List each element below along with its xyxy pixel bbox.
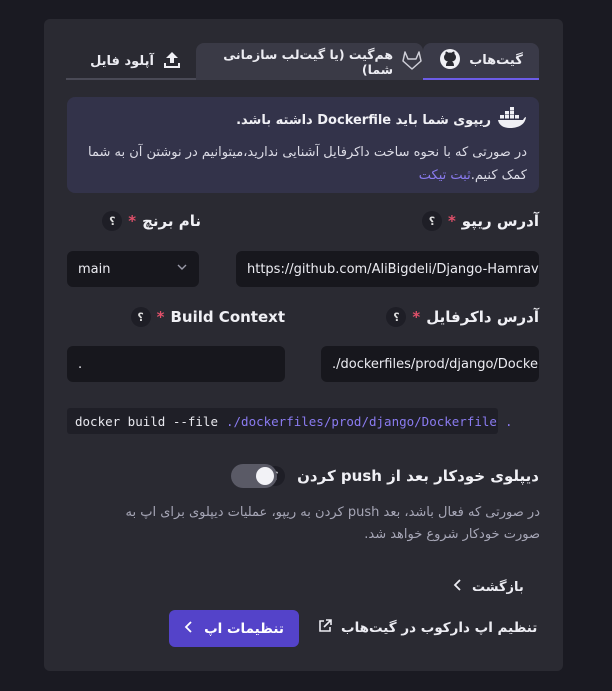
dockerfile-path-value: ./dockerfiles/prod/django/Dockerfile [332,356,539,372]
app-settings-label: تنظیمات اپ [204,620,284,637]
branch-label-text: نام برنچ [142,212,201,230]
auto-deploy-toggle[interactable] [231,464,277,488]
repo-url-value: https://github.com/AliBigdeli/Django-Ham… [247,261,539,277]
app-settings-button[interactable]: تنظیمات اپ [169,610,299,647]
gitlab-icon [401,50,423,73]
repo-label-text: آدرس ریپو [461,212,539,230]
chevron-left-icon [184,620,194,638]
tab-gitlab-label: هم‌گیت (یا گیت‌لب سازمانی شما) [223,46,393,77]
help-icon[interactable]: ؟ [386,307,407,327]
back-label: بازگشت [472,579,524,595]
build-context-label: Build Context * ؟ [130,307,285,327]
upload-icon [162,50,182,74]
tab-github[interactable]: گیت‌هاب [423,43,539,80]
help-icon[interactable]: ؟ [130,307,151,327]
github-icon [439,48,461,74]
chevron-left-icon [452,578,464,596]
build-context-input[interactable]: . [67,346,285,382]
auto-deploy-label-text: دیپلوی خودکار بعد از push کردن [297,467,539,485]
back-button[interactable]: بازگشت [452,578,524,596]
branch-value: main [78,261,111,277]
info-title: ریپوی شما باید Dockerfile داشته باشد. [236,112,491,128]
dockerfile-path-input[interactable]: ./dockerfiles/prod/django/Dockerfile [321,346,539,382]
branch-select[interactable]: main [67,251,199,287]
command-context: . [504,413,513,429]
auto-deploy-label: دیپلوی خودکار بعد از push کردن ؟ [265,466,539,486]
dockerfile-label-text: آدرس داکرفایل [426,308,539,326]
required-mark: * [156,308,165,326]
required-mark: * [447,212,456,230]
command-path: ./dockerfiles/prod/django/Dockerfile [226,413,497,429]
repo-url-input[interactable]: https://github.com/AliBigdeli/Django-Ham… [236,251,539,287]
auto-deploy-description: در صورتی که فعال باشد، بعد push کردن به … [125,505,540,542]
help-icon[interactable]: ؟ [102,211,123,231]
required-mark: * [412,308,421,326]
docker-build-command: docker build --file ./dockerfiles/prod/d… [67,408,512,434]
tab-github-label: گیت‌هاب [469,53,523,68]
dockerfile-label: آدرس داکرفایل * ؟ [386,307,539,327]
required-mark: * [128,212,137,230]
tab-upload-label: آپلود فایل [90,54,154,69]
submit-ticket-link[interactable]: ثبت تیکت [419,168,471,183]
branch-label: نام برنچ * ؟ [102,211,201,231]
tab-gitlab[interactable]: هم‌گیت (یا گیت‌لب سازمانی شما) [196,43,423,80]
chevron-down-icon [176,261,188,277]
build-context-value: . [78,356,83,372]
github-app-setup-link[interactable]: تنظیم اپ دارکوب در گیت‌هاب [317,618,537,638]
help-icon[interactable]: ؟ [421,211,442,231]
build-context-label-text: Build Context [170,308,285,326]
external-link-icon [317,618,333,638]
dockerfile-info-box: ریپوی شما باید Dockerfile داشته باشد. در… [67,97,539,193]
info-text: در صورتی که با نحوه ساخت داکرفایل آشنایی… [79,141,527,187]
tab-upload[interactable]: آپلود فایل [86,43,186,80]
repo-label: آدرس ریپو * ؟ [421,211,539,231]
command-prefix: docker build --file [75,413,218,429]
github-app-link-label: تنظیم اپ دارکوب در گیت‌هاب [341,620,538,636]
toggle-knob [256,467,274,485]
docker-icon [497,107,527,133]
